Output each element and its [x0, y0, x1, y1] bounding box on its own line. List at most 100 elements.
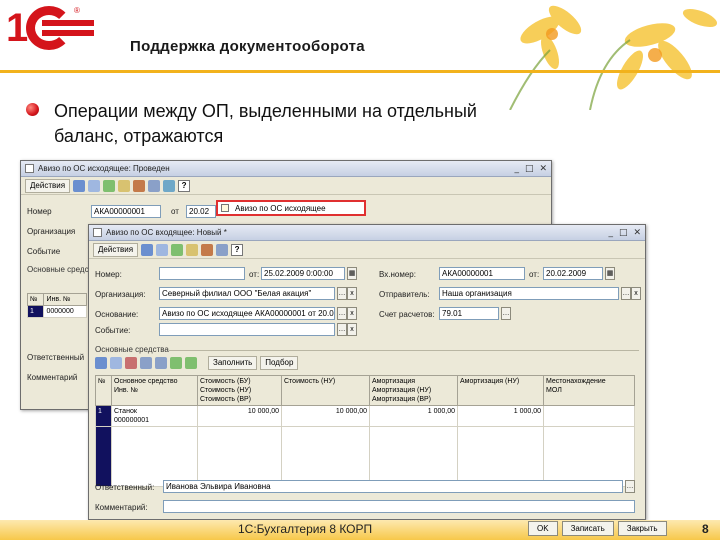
comment-label: Комментарий: — [95, 503, 148, 512]
col-header-cost: Стоимость (БУ) Стоимость (НУ) Стоимость … — [197, 375, 282, 406]
close-icon[interactable]: ✕ — [539, 164, 547, 174]
minimize-icon[interactable]: _ — [608, 228, 613, 238]
move-down-icon[interactable] — [155, 357, 167, 369]
actions-menu-button[interactable]: Действия — [93, 242, 139, 257]
dialog-buttons: OK Записать Закрыть — [528, 521, 667, 536]
organization-field[interactable]: Северный филиал ООО "Белая акация" — [159, 287, 335, 300]
basis-select-button[interactable]: … — [337, 307, 347, 320]
actions-menu-button[interactable]: Действия — [25, 178, 71, 193]
ext-date-label: от: — [529, 270, 540, 279]
row-location — [543, 405, 635, 427]
save-icon[interactable] — [171, 243, 184, 256]
responsible-label: Ответственный: — [95, 483, 155, 492]
organization-label: Организация — [27, 227, 76, 236]
sort-asc-icon[interactable] — [170, 357, 182, 369]
date-field[interactable]: 20.02 — [186, 205, 216, 218]
help-icon[interactable]: ? — [178, 179, 191, 192]
table-row-empty — [95, 426, 635, 487]
account-field[interactable]: 79.01 — [439, 307, 499, 320]
ext-date-field[interactable]: 20.02.2009 — [543, 267, 603, 280]
page-number: 8 — [702, 522, 709, 536]
minimize-icon[interactable]: _ — [514, 164, 519, 174]
account-select-button[interactable]: … — [501, 307, 511, 320]
basis-clear-button[interactable]: x — [347, 307, 357, 320]
copy-row-icon[interactable] — [110, 357, 122, 369]
comment-field[interactable] — [163, 500, 635, 513]
from-label: от — [171, 207, 179, 216]
fill-button[interactable]: Заполнить — [208, 356, 258, 370]
pick-button[interactable]: Подбор — [260, 356, 299, 370]
number-label: Номер: — [95, 270, 122, 279]
save-button[interactable]: Записать — [561, 521, 614, 536]
sort-desc-icon[interactable] — [185, 357, 197, 369]
row-cost: 10 000,00 — [197, 405, 282, 427]
maximize-icon[interactable]: □ — [619, 228, 628, 238]
organization-label: Организация: — [95, 290, 146, 299]
structure-icon[interactable] — [216, 243, 229, 256]
date-field[interactable]: 25.02.2009 0:00:00 — [261, 267, 345, 280]
assets-section-label: Основные средства — [95, 345, 169, 354]
sender-select-button[interactable]: … — [621, 287, 631, 300]
add-icon[interactable] — [73, 179, 86, 192]
bullet-icon — [26, 103, 39, 116]
ext-number-field[interactable]: АКА00000001 — [439, 267, 525, 280]
ext-calendar-button[interactable]: ▦ — [605, 267, 615, 280]
back-window-toolbar: Действия ? — [21, 177, 551, 195]
back-window-titlebar[interactable]: Авизо по ОС исходящее: Проведен _ □ ✕ — [21, 161, 551, 177]
close-button[interactable]: Закрыть — [617, 521, 667, 536]
front-window-titlebar[interactable]: Авизо по ОС входящее: Новый * _ □ ✕ — [89, 225, 645, 241]
document-icon — [93, 228, 102, 237]
col-header-amort: Амортизация Амортизация (НУ) Амортизация… — [369, 375, 458, 406]
create-based-on-icon[interactable] — [163, 179, 176, 192]
help-icon[interactable]: ? — [231, 243, 244, 256]
bullet-text: Операции между ОП, выделенными на отдель… — [54, 101, 477, 146]
row-amort-nu: 1 000,00 — [457, 405, 544, 427]
col-header: Инв. № — [43, 293, 87, 306]
row-number: 1 — [95, 405, 112, 427]
sender-clear-button[interactable]: x — [631, 287, 641, 300]
responsible-select-button[interactable]: … — [625, 480, 635, 493]
structure-icon[interactable] — [148, 179, 161, 192]
organization-clear-button[interactable]: x — [347, 287, 357, 300]
table-row[interactable]: 1 Станок 000000001 10 000,00 10 000,00 1 … — [95, 405, 635, 427]
event-field[interactable] — [159, 323, 335, 336]
responsible-field[interactable]: Иванова Эльвира Ивановна — [163, 480, 623, 493]
copy-icon[interactable] — [88, 179, 101, 192]
event-clear-button[interactable]: x — [347, 323, 357, 336]
sender-field[interactable]: Наша организация — [439, 287, 619, 300]
col-header-number: № — [95, 375, 112, 406]
slide-title: Поддержка документооборота — [130, 38, 365, 55]
maximize-icon[interactable]: □ — [525, 164, 534, 174]
ok-button[interactable]: OK — [528, 521, 558, 536]
event-select-button[interactable]: … — [337, 323, 347, 336]
add-icon[interactable] — [141, 243, 154, 256]
col-header-asset: Основное средство Инв. № — [111, 375, 198, 406]
create-based-on-menu-item[interactable]: Авизо по ОС исходящее — [216, 200, 366, 216]
move-up-icon[interactable] — [140, 357, 152, 369]
asset-name: Станок — [114, 408, 137, 415]
number-field[interactable]: АКА00000001 — [91, 205, 161, 218]
document-icon — [25, 164, 34, 173]
basis-field[interactable]: Авизо по ОС исходящее АКА00000001 от 20.… — [159, 307, 335, 320]
number-field[interactable] — [159, 267, 245, 280]
calendar-button[interactable]: ▦ — [347, 267, 357, 280]
front-window-title: Авизо по ОС входящее: Новый * — [106, 228, 227, 237]
table-row[interactable]: 1 0000000 — [26, 305, 87, 318]
organization-select-button[interactable]: … — [337, 287, 347, 300]
comment-label: Комментарий — [27, 373, 78, 382]
close-icon[interactable]: ✕ — [633, 228, 641, 238]
delete-row-icon[interactable] — [125, 357, 137, 369]
post-icon[interactable] — [186, 243, 199, 256]
post-icon[interactable] — [118, 179, 131, 192]
report-icon[interactable] — [133, 179, 146, 192]
assets-table: № Основное средство Инв. № Стоимость (БУ… — [95, 375, 635, 487]
copy-icon[interactable] — [156, 243, 169, 256]
add-row-icon[interactable] — [95, 357, 107, 369]
number-label: Номер — [27, 207, 52, 216]
date-label: от: — [249, 270, 260, 279]
save-icon[interactable] — [103, 179, 116, 192]
responsible-label: Ответственный — [27, 353, 85, 362]
row-cost-nu: 10 000,00 — [281, 405, 370, 427]
menu-item-label: Авизо по ОС исходящее — [235, 203, 326, 213]
report-icon[interactable] — [201, 243, 214, 256]
